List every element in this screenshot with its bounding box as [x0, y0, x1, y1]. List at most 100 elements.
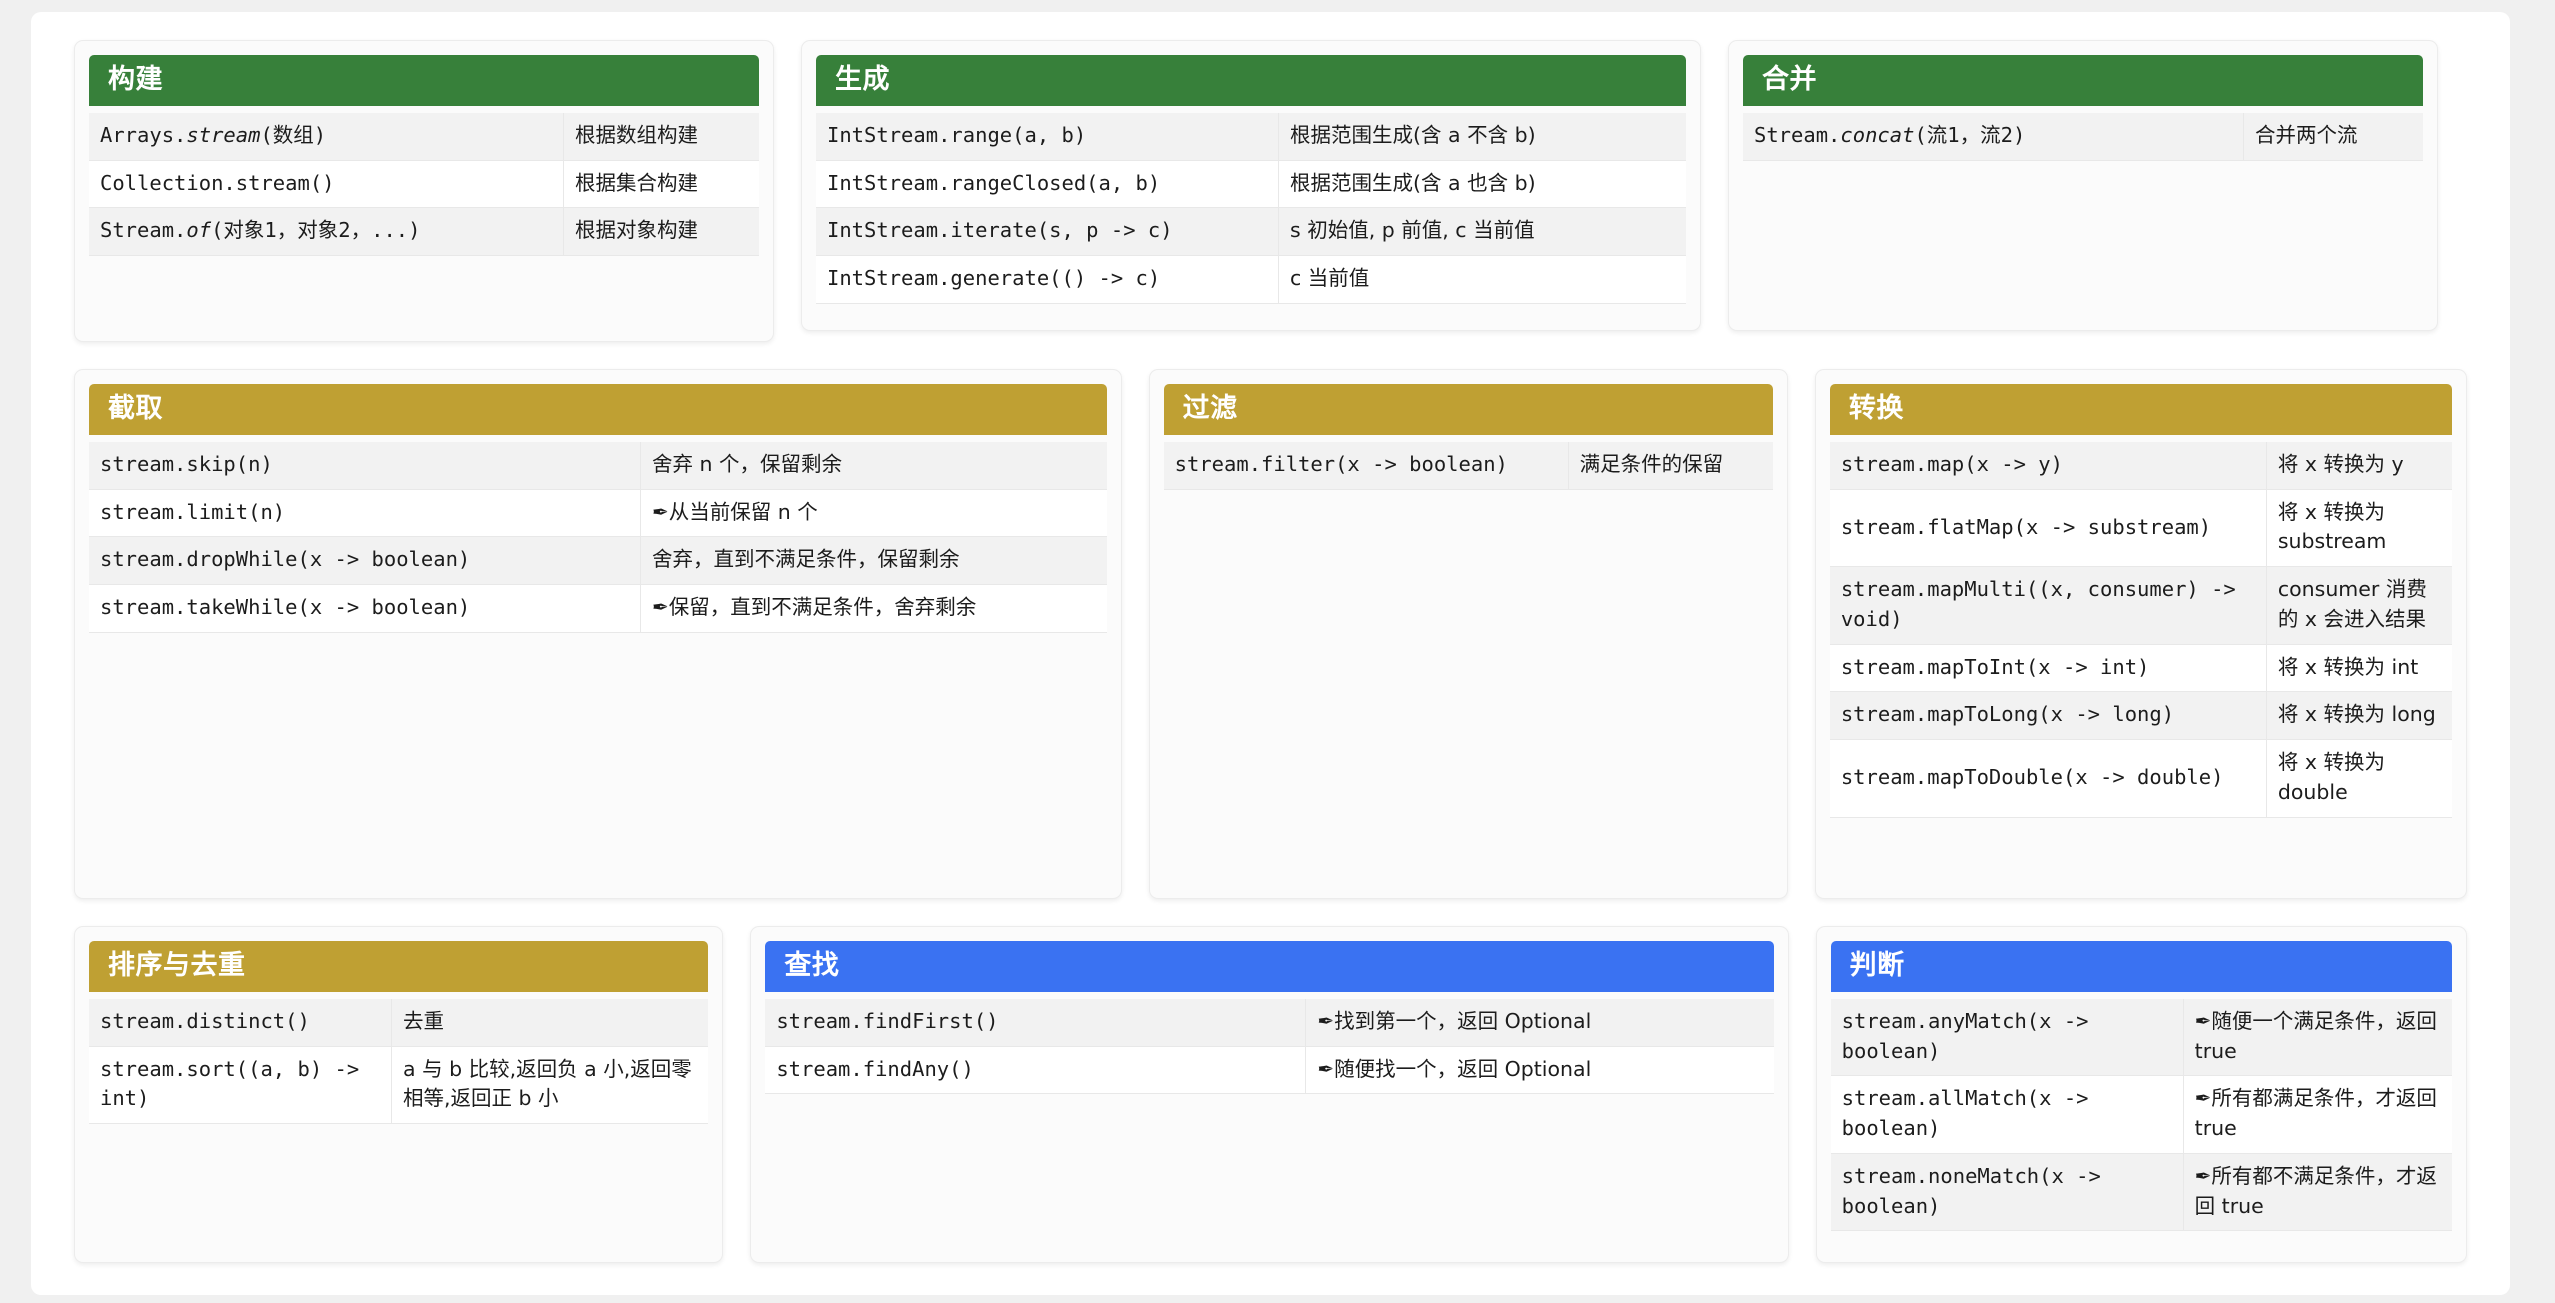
card-title-find: 查找	[765, 941, 1774, 993]
method-signature: stream.mapMulti((x, consumer) -> void)	[1829, 566, 2267, 645]
method-description: ✒随便一个满足条件，返回 true	[2183, 999, 2452, 1077]
table-generate: IntStream.range(a, b) 根据范围生成(含 a 不含 b) I…	[816, 113, 1686, 304]
card-filler	[89, 1124, 708, 1248]
table-row: stream.mapToLong(x -> long) 将 x 转换为 long	[1829, 691, 2452, 741]
method-signature: IntStream.range(a, b)	[816, 113, 1279, 161]
method-description: 根据范围生成(含 a 也含 b)	[1278, 160, 1686, 209]
method-signature: Arrays.stream(数组)	[89, 113, 564, 161]
method-description: 根据集合构建	[563, 160, 759, 209]
card-title-sort-distinct: 排序与去重	[89, 941, 709, 993]
table-row: stream.findFirst() ✒找到第一个，返回 Optional	[765, 999, 1774, 1047]
method-description: 舍弃 n 个，保留剩余	[640, 442, 1107, 490]
table-transform: stream.map(x -> y) 将 x 转换为 y stream.flat…	[1829, 442, 2452, 818]
card-filler	[89, 633, 1107, 884]
method-description: c 当前值	[1278, 255, 1686, 304]
card-build: 构建 Arrays.stream(数组) 根据数组构建 Collection.s…	[74, 40, 774, 342]
method-signature: Stream.concat(流1，流2)	[1743, 113, 2244, 161]
method-signature: stream.allMatch(x -> boolean)	[1830, 1075, 2184, 1154]
table-row: stream.skip(n) 舍弃 n 个，保留剩余	[89, 442, 1107, 490]
method-signature: IntStream.rangeClosed(a, b)	[816, 160, 1279, 209]
table-row: stream.noneMatch(x -> boolean) ✒所有都不满足条件…	[1830, 1153, 2452, 1232]
card-title-merge: 合并	[1743, 55, 2423, 107]
method-description: ✒保留，直到不满足条件，舍弃剩余	[640, 584, 1107, 633]
table-row: stream.dropWhile(x -> boolean) 舍弃，直到不满足条…	[89, 536, 1107, 586]
table-row: stream.mapMulti((x, consumer) -> void) c…	[1829, 566, 2452, 645]
table-row: stream.sort((a, b) -> int) a 与 b 比较,返回负 …	[89, 1046, 709, 1125]
table-row: stream.findAny() ✒随便找一个，返回 Optional	[765, 1046, 1774, 1095]
card-title-build: 构建	[89, 55, 759, 107]
table-row: stream.map(x -> y) 将 x 转换为 y	[1829, 442, 2452, 490]
method-signature: stream.limit(n)	[89, 489, 641, 538]
method-description: 根据对象构建	[563, 207, 759, 257]
table-build: Arrays.stream(数组) 根据数组构建 Collection.stre…	[89, 113, 759, 257]
table-row: stream.mapToInt(x -> int) 将 x 转换为 int	[1829, 644, 2452, 693]
table-row: Arrays.stream(数组) 根据数组构建	[89, 113, 759, 161]
card-filler	[816, 304, 1686, 316]
nib-pen-icon: ✒	[652, 595, 669, 620]
method-signature: stream.dropWhile(x -> boolean)	[89, 536, 641, 586]
page-container: 构建 Arrays.stream(数组) 根据数组构建 Collection.s…	[31, 12, 2510, 1295]
method-description: 将 x 转换为 long	[2266, 691, 2452, 741]
method-description: consumer 消费的 x 会进入结果	[2266, 566, 2452, 645]
method-description: 合并两个流	[2243, 113, 2423, 161]
table-merge: Stream.concat(流1，流2) 合并两个流	[1743, 113, 2423, 161]
card-title-transform: 转换	[1829, 384, 2452, 436]
card-generate: 生成 IntStream.range(a, b) 根据范围生成(含 a 不含 b…	[801, 40, 1701, 331]
method-description: 根据数组构建	[563, 113, 759, 161]
card-title-truncate: 截取	[89, 384, 1107, 436]
table-row: stream.filter(x -> boolean) 满足条件的保留	[1163, 442, 1773, 490]
method-description: 去重	[391, 999, 709, 1047]
card-row-2: 截取 stream.skip(n) 舍弃 n 个，保留剩余 stream.lim…	[74, 369, 2467, 899]
nib-pen-icon: ✒	[652, 499, 669, 524]
method-signature: stream.findAny()	[765, 1046, 1307, 1095]
method-signature: stream.map(x -> y)	[1829, 442, 2267, 490]
nib-pen-icon: ✒	[1317, 1056, 1335, 1081]
method-signature: stream.mapToLong(x -> long)	[1829, 691, 2267, 741]
card-row-1: 构建 Arrays.stream(数组) 根据数组构建 Collection.s…	[74, 40, 2467, 342]
table-row: Collection.stream() 根据集合构建	[89, 160, 759, 209]
method-description: 满足条件的保留	[1568, 442, 1773, 490]
method-signature: stream.distinct()	[89, 999, 392, 1047]
method-description: 将 x 转换为 substream	[2266, 489, 2452, 568]
method-signature: stream.anyMatch(x -> boolean)	[1830, 999, 2184, 1077]
method-description: 将 x 转换为 y	[2266, 442, 2452, 490]
table-truncate: stream.skip(n) 舍弃 n 个，保留剩余 stream.limit(…	[89, 442, 1107, 633]
method-signature: stream.noneMatch(x -> boolean)	[1830, 1153, 2184, 1232]
method-description: ✒从当前保留 n 个	[640, 489, 1107, 538]
card-filler	[1831, 1231, 2452, 1248]
table-row: IntStream.generate(() -> c) c 当前值	[816, 255, 1686, 304]
method-signature: stream.mapToDouble(x -> double)	[1829, 739, 2267, 818]
method-signature: stream.sort((a, b) -> int)	[89, 1046, 392, 1125]
card-filler	[1164, 490, 1773, 884]
table-row: Stream.of(对象1，对象2，...) 根据对象构建	[89, 207, 759, 257]
method-description: ✒随便找一个，返回 Optional	[1305, 1046, 1774, 1095]
card-grid: 构建 Arrays.stream(数组) 根据数组构建 Collection.s…	[31, 12, 2510, 1290]
card-merge: 合并 Stream.concat(流1，流2) 合并两个流	[1728, 40, 2438, 331]
method-description: 将 x 转换为 int	[2266, 644, 2452, 693]
method-signature: IntStream.generate(() -> c)	[816, 255, 1279, 304]
card-transform: 转换 stream.map(x -> y) 将 x 转换为 y stream.f…	[1814, 369, 2467, 899]
method-description: a 与 b 比较,返回负 a 小,返回零相等,返回正 b 小	[391, 1046, 709, 1125]
table-sort-distinct: stream.distinct() 去重 stream.sort((a, b) …	[89, 999, 709, 1125]
nib-pen-icon: ✒	[2194, 1163, 2212, 1188]
table-row: Stream.concat(流1，流2) 合并两个流	[1743, 113, 2423, 161]
card-title-filter: 过滤	[1163, 384, 1773, 436]
method-description: s 初始值, p 前值, c 当前值	[1278, 207, 1686, 257]
card-title-generate: 生成	[816, 55, 1686, 107]
method-description: ✒所有都不满足条件，才返回 true	[2183, 1153, 2452, 1232]
method-signature: stream.mapToInt(x -> int)	[1829, 644, 2267, 693]
method-description: ✒找到第一个，返回 Optional	[1305, 999, 1774, 1047]
card-truncate: 截取 stream.skip(n) 舍弃 n 个，保留剩余 stream.lim…	[74, 369, 1122, 899]
method-signature: Collection.stream()	[89, 160, 564, 209]
table-row: IntStream.range(a, b) 根据范围生成(含 a 不含 b)	[816, 113, 1686, 161]
card-filler	[1743, 161, 2423, 316]
table-row: stream.anyMatch(x -> boolean) ✒随便一个满足条件，…	[1830, 999, 2452, 1077]
card-sort-distinct: 排序与去重 stream.distinct() 去重 stream.sort((…	[74, 926, 724, 1263]
nib-pen-icon: ✒	[2194, 1086, 2212, 1111]
method-description: ✒所有都满足条件，才返回 true	[2183, 1075, 2452, 1154]
nib-pen-icon: ✒	[1317, 1009, 1335, 1034]
table-find: stream.findFirst() ✒找到第一个，返回 Optional st…	[765, 999, 1774, 1095]
method-description: 将 x 转换为 double	[2266, 739, 2452, 818]
table-row: stream.takeWhile(x -> boolean) ✒保留，直到不满足…	[89, 584, 1107, 633]
table-judge: stream.anyMatch(x -> boolean) ✒随便一个满足条件，…	[1830, 999, 2452, 1232]
